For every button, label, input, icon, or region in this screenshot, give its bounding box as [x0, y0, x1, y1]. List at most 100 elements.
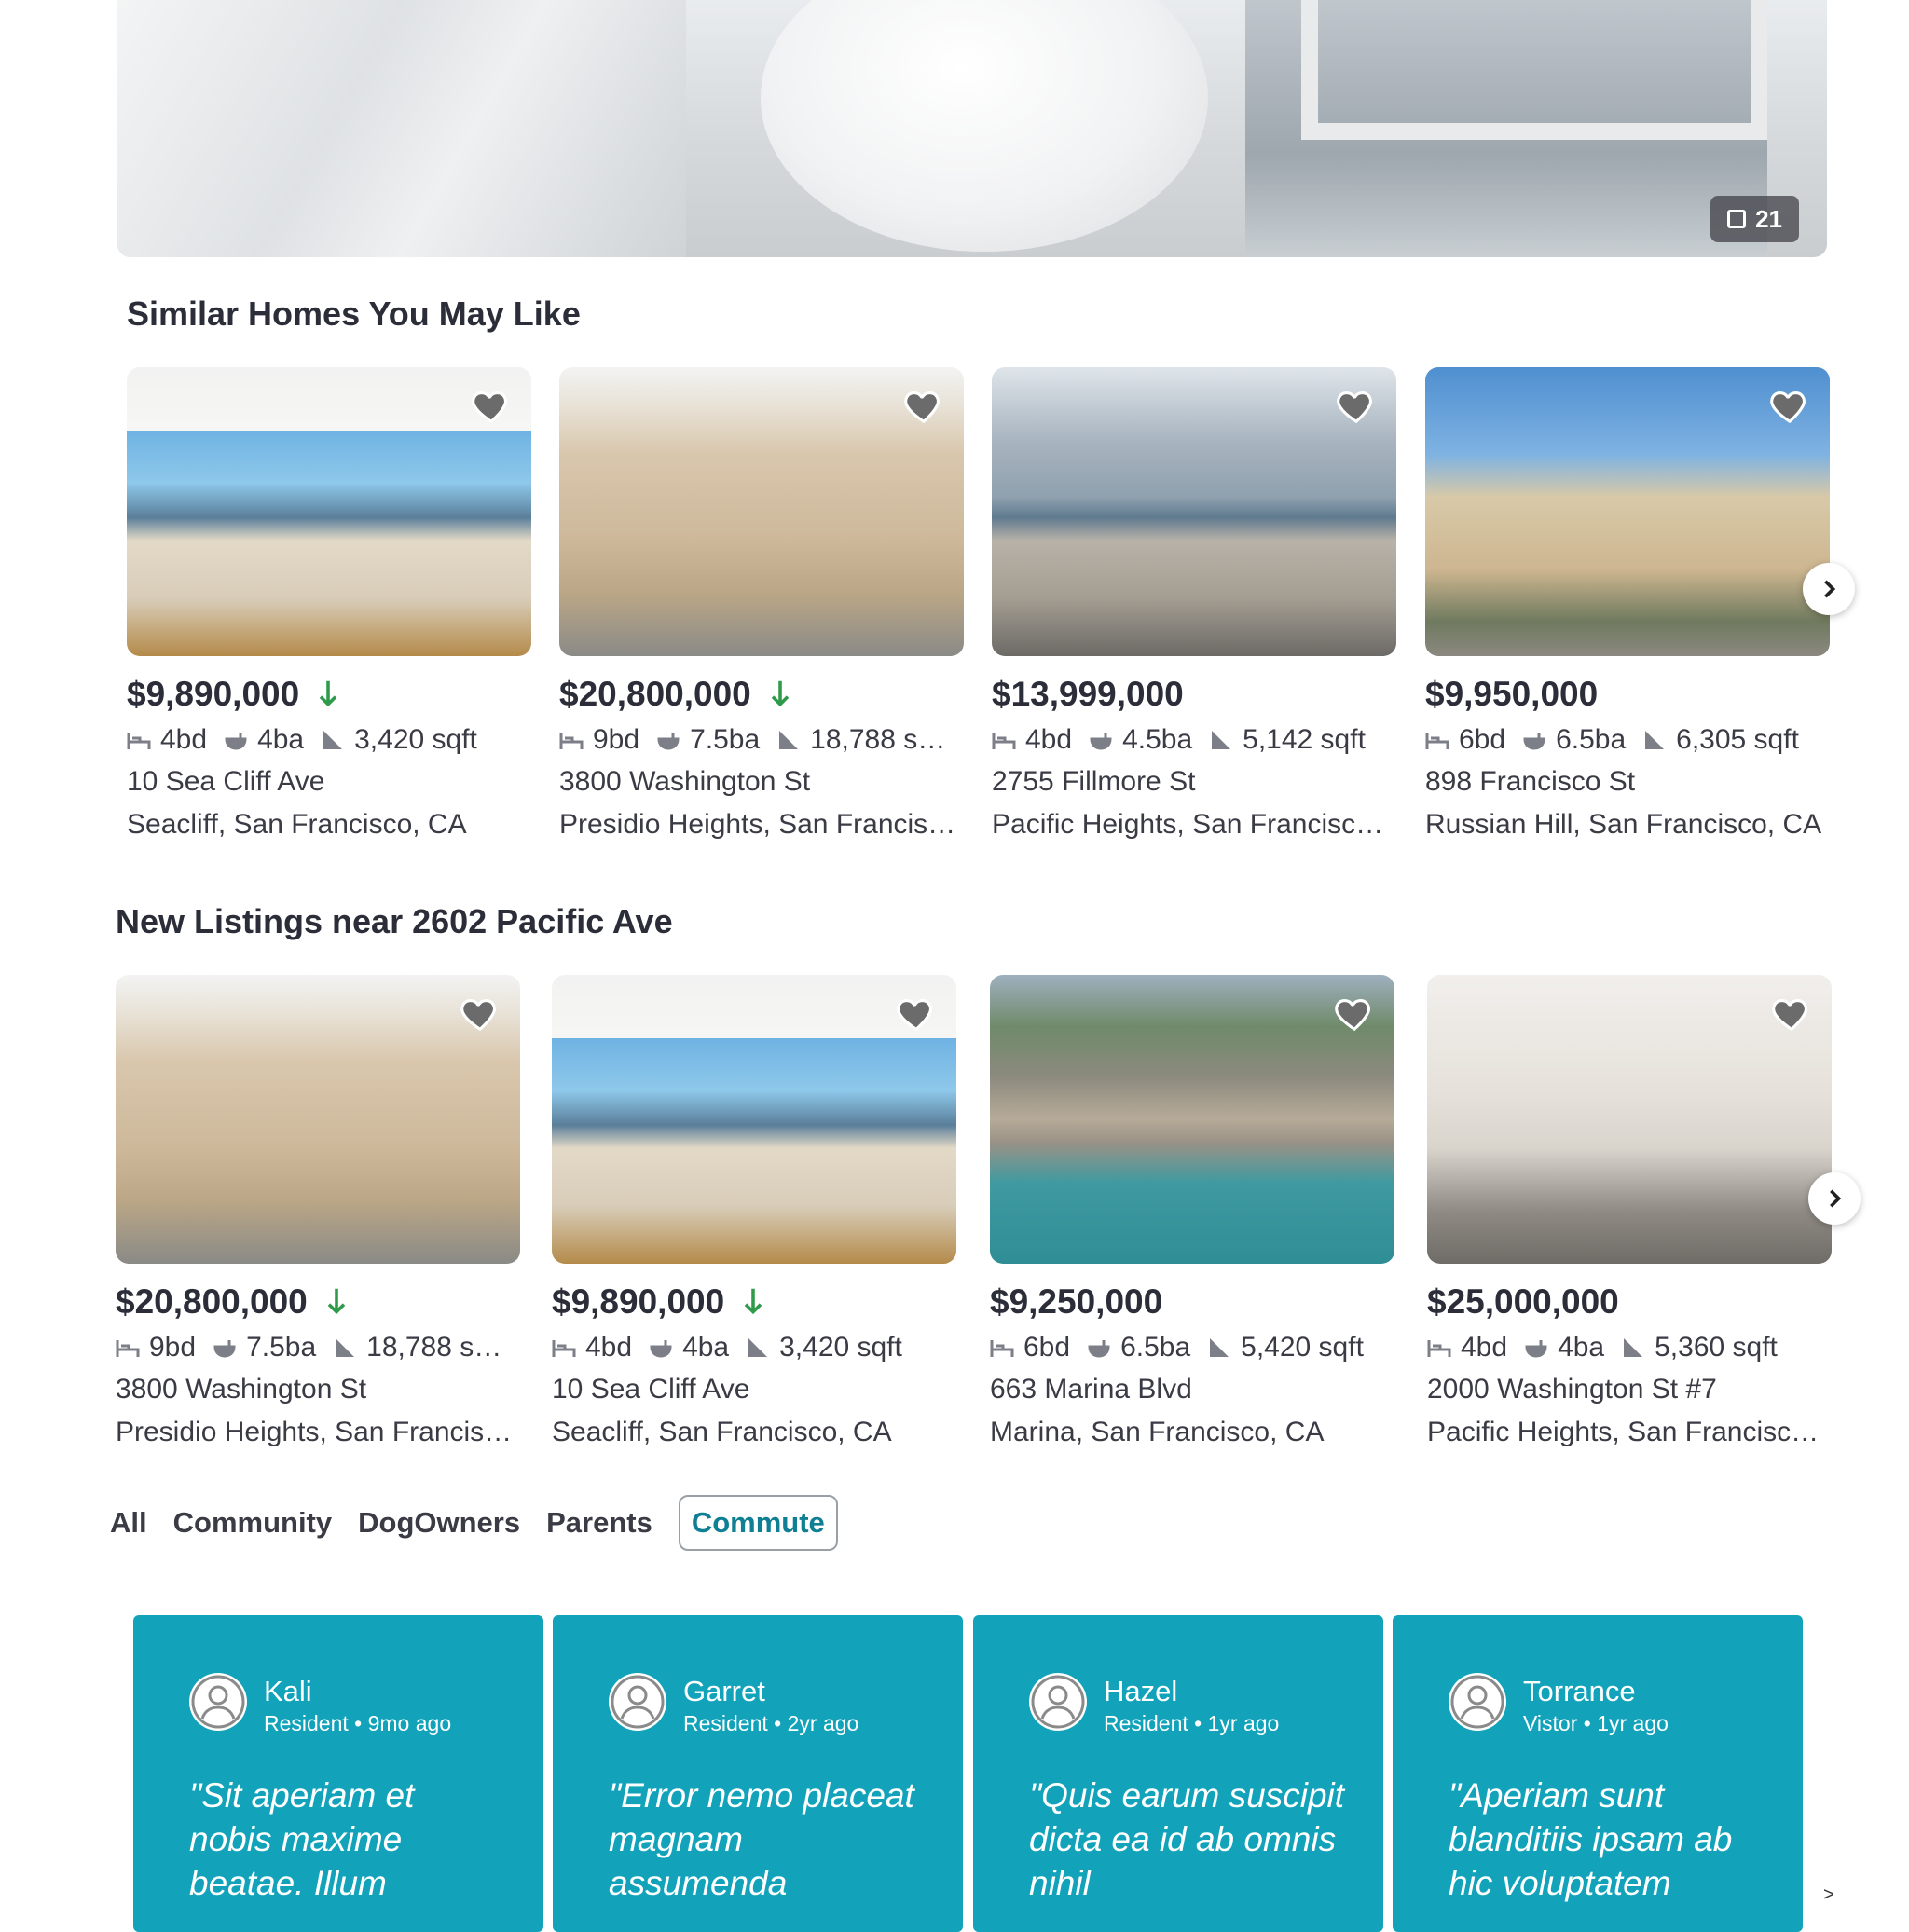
review-filter-tabs: All Community DogOwners Parents Commute [110, 1495, 838, 1551]
listing-card[interactable]: $9,890,000 4bd 4ba 3,420 sqft 10 Sea Cli… [127, 367, 531, 846]
listing-photo[interactable] [552, 975, 956, 1264]
new-listings-carousel: $20,800,000 9bd 7.5ba 18,788 s… 3800 Was… [0, 975, 1909, 1459]
photo-count: 21 [1755, 204, 1782, 233]
listing-photo[interactable] [127, 367, 531, 656]
listing-address[interactable]: 10 Sea Cliff Ave [552, 1368, 956, 1411]
bath-icon [1088, 1340, 1110, 1358]
section-title-similar: Similar Homes You May Like [127, 295, 581, 333]
baths: 4ba [1558, 1332, 1605, 1363]
user-icon [191, 1675, 245, 1729]
listing-card[interactable]: $9,950,000 6bd 6.5ba 6,305 sqft 898 Fran… [1425, 367, 1830, 846]
listing-card[interactable]: $20,800,000 9bd 7.5ba 18,788 s… 3800 Was… [559, 367, 964, 846]
listing-card[interactable]: $20,800,000 9bd 7.5ba 18,788 s… 3800 Was… [116, 975, 520, 1454]
price-drop-icon [327, 1288, 346, 1315]
user-icon [1450, 1675, 1504, 1729]
review-card[interactable]: Garret Resident • 2yr ago "Error nemo pl… [553, 1615, 963, 1932]
listing-photo[interactable] [1427, 975, 1832, 1264]
tab-commute[interactable]: Commute [678, 1495, 838, 1551]
listing-card[interactable]: $9,250,000 6bd 6.5ba 5,420 sqft 663 Mari… [990, 975, 1394, 1454]
listing-price: $13,999,000 [992, 675, 1184, 713]
heart-icon[interactable] [459, 992, 501, 1035]
listing-area: Presidio Heights, San Francis… [559, 809, 956, 840]
reviewer-meta: Resident • 2yr ago [683, 1711, 859, 1735]
area-icon [1210, 1338, 1229, 1357]
bed-icon [990, 1340, 1014, 1357]
image-icon [1727, 210, 1747, 228]
review-quote: "Sit aperiam et nobis maxime beatae. Ill… [189, 1776, 415, 1902]
heart-icon[interactable] [1335, 384, 1378, 427]
reviewer-meta: Resident • 1yr ago [1104, 1711, 1280, 1735]
hero-bathtub [761, 0, 1208, 252]
chevron-right-icon [1830, 1189, 1842, 1208]
listing-photo[interactable] [992, 367, 1396, 656]
beds: 4bd [1461, 1332, 1508, 1363]
listing-area: Seacliff, San Francisco, CA [127, 809, 467, 840]
sqft: 5,360 sqft [1655, 1332, 1778, 1363]
hero-photo[interactable]: 21 [117, 0, 1827, 257]
listing-photo[interactable] [559, 367, 964, 656]
listing-card[interactable]: $9,890,000 4bd 4ba 3,420 sqft 10 Sea Cli… [552, 975, 956, 1454]
bed-icon [1425, 733, 1449, 749]
area-icon [748, 1338, 768, 1357]
heart-icon[interactable] [895, 992, 938, 1035]
sqft: 6,305 sqft [1676, 724, 1799, 755]
bed-icon [1427, 1340, 1451, 1357]
reviewer-name: Kali [264, 1675, 312, 1707]
review-card[interactable]: Torrance Vistor • 1yr ago "Aperiam sunt … [1393, 1615, 1803, 1932]
sqft: 3,420 sqft [779, 1332, 902, 1363]
heart-icon[interactable] [470, 384, 513, 427]
review-quote: "Error nemo placeat magnam assumenda [609, 1776, 914, 1902]
listing-address[interactable]: 898 Francisco St [1425, 760, 1830, 803]
listing-photo[interactable] [990, 975, 1394, 1264]
sqft: 3,420 sqft [354, 724, 477, 755]
listing-price: $9,890,000 [127, 675, 300, 713]
listing-address[interactable]: 3800 Washington St [116, 1368, 520, 1411]
beds: 9bd [593, 724, 640, 755]
listing-price: $25,000,000 [1427, 1282, 1619, 1321]
baths: 4ba [257, 724, 305, 755]
heart-icon[interactable] [1770, 992, 1813, 1035]
heart-icon[interactable] [902, 384, 945, 427]
area-icon [1645, 731, 1665, 749]
heart-icon[interactable] [1768, 384, 1811, 427]
sqft: 5,420 sqft [1241, 1332, 1364, 1363]
listing-area: Pacific Heights, San Francisc… [992, 809, 1384, 840]
listing-address[interactable]: 10 Sea Cliff Ave [127, 760, 531, 803]
baths: 6.5ba [1120, 1332, 1191, 1363]
listing-area: Russian Hill, San Francisco, CA [1425, 809, 1822, 840]
listing-photo[interactable] [1425, 367, 1830, 656]
heart-icon[interactable] [1333, 992, 1376, 1035]
beds: 4bd [160, 724, 208, 755]
listing-address[interactable]: 2755 Fillmore St [992, 760, 1396, 803]
bath-icon [225, 733, 247, 750]
bed-icon [116, 1340, 140, 1357]
reviews-next-arrow[interactable]: > [1823, 1884, 1834, 1906]
baths: 7.5ba [690, 724, 761, 755]
photo-count-badge[interactable]: 21 [1710, 196, 1799, 242]
listing-address[interactable]: 3800 Washington St [559, 760, 964, 803]
listing-address[interactable]: 2000 Washington St #7 [1427, 1368, 1832, 1411]
review-card[interactable]: Hazel Resident • 1yr ago "Quis earum sus… [973, 1615, 1383, 1932]
listing-price: $9,950,000 [1425, 675, 1599, 713]
beds: 9bd [149, 1332, 197, 1363]
listing-card[interactable]: $13,999,000 4bd 4.5ba 5,142 sqft 2755 Fi… [992, 367, 1396, 846]
carousel-next-button[interactable] [1808, 1172, 1861, 1225]
tab-dogowners[interactable]: DogOwners [358, 1499, 520, 1547]
avatar [1449, 1673, 1506, 1731]
listing-photo[interactable] [116, 975, 520, 1264]
bed-icon [992, 733, 1016, 749]
carousel-next-button[interactable] [1803, 563, 1855, 615]
tab-all[interactable]: All [110, 1499, 147, 1547]
tab-community[interactable]: Community [173, 1499, 333, 1547]
review-card[interactable]: Kali Resident • 9mo ago "Sit aperiam et … [133, 1615, 543, 1932]
listing-card[interactable]: $25,000,000 4bd 4ba 5,360 sqft 2000 Wash… [1427, 975, 1832, 1454]
section-title-new-listings: New Listings near 2602 Pacific Ave [116, 902, 673, 940]
tab-parents[interactable]: Parents [546, 1499, 652, 1547]
avatar [1029, 1673, 1087, 1731]
bath-icon [1523, 733, 1545, 750]
listing-area: Seacliff, San Francisco, CA [552, 1417, 892, 1447]
bath-icon [657, 733, 680, 750]
listing-address[interactable]: 663 Marina Blvd [990, 1368, 1394, 1411]
reviewer-name: Garret [683, 1675, 765, 1707]
beds: 4bd [1025, 724, 1073, 755]
